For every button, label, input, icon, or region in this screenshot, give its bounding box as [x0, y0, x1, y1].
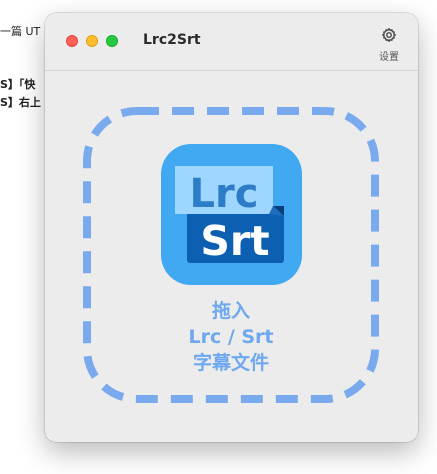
close-window-button[interactable] — [66, 35, 78, 47]
app-window: Lrc2Srt 设置 Lrc Srt 拖入 Lrc / Srt 字幕文件 — [45, 13, 418, 442]
background-text-line: S】「快 — [0, 78, 36, 91]
drop-instruction-line-3: 字幕文件 — [192, 352, 269, 374]
drop-instruction-line-2: Lrc / Srt — [188, 326, 274, 348]
settings-button[interactable]: 设置 — [374, 27, 404, 67]
app-logo-bottom-text: Srt — [200, 217, 269, 265]
app-logo-icon: Lrc Srt — [161, 144, 302, 285]
settings-label: 设置 — [379, 52, 399, 63]
background-text-line: 一篇 UT — [0, 25, 41, 38]
zoom-window-button[interactable] — [106, 35, 118, 47]
drop-instruction-line-1: 拖入 — [211, 300, 250, 322]
gear-icon — [382, 28, 396, 42]
background-text-line: S】右上 — [0, 96, 41, 109]
file-drop-zone[interactable]: Lrc Srt 拖入 Lrc / Srt 字幕文件 — [82, 106, 380, 404]
title-bar[interactable]: Lrc2Srt 设置 — [45, 13, 418, 71]
minimize-window-button[interactable] — [86, 35, 98, 47]
app-logo-top-text: Lrc — [190, 171, 259, 217]
window-title: Lrc2Srt — [143, 32, 201, 48]
